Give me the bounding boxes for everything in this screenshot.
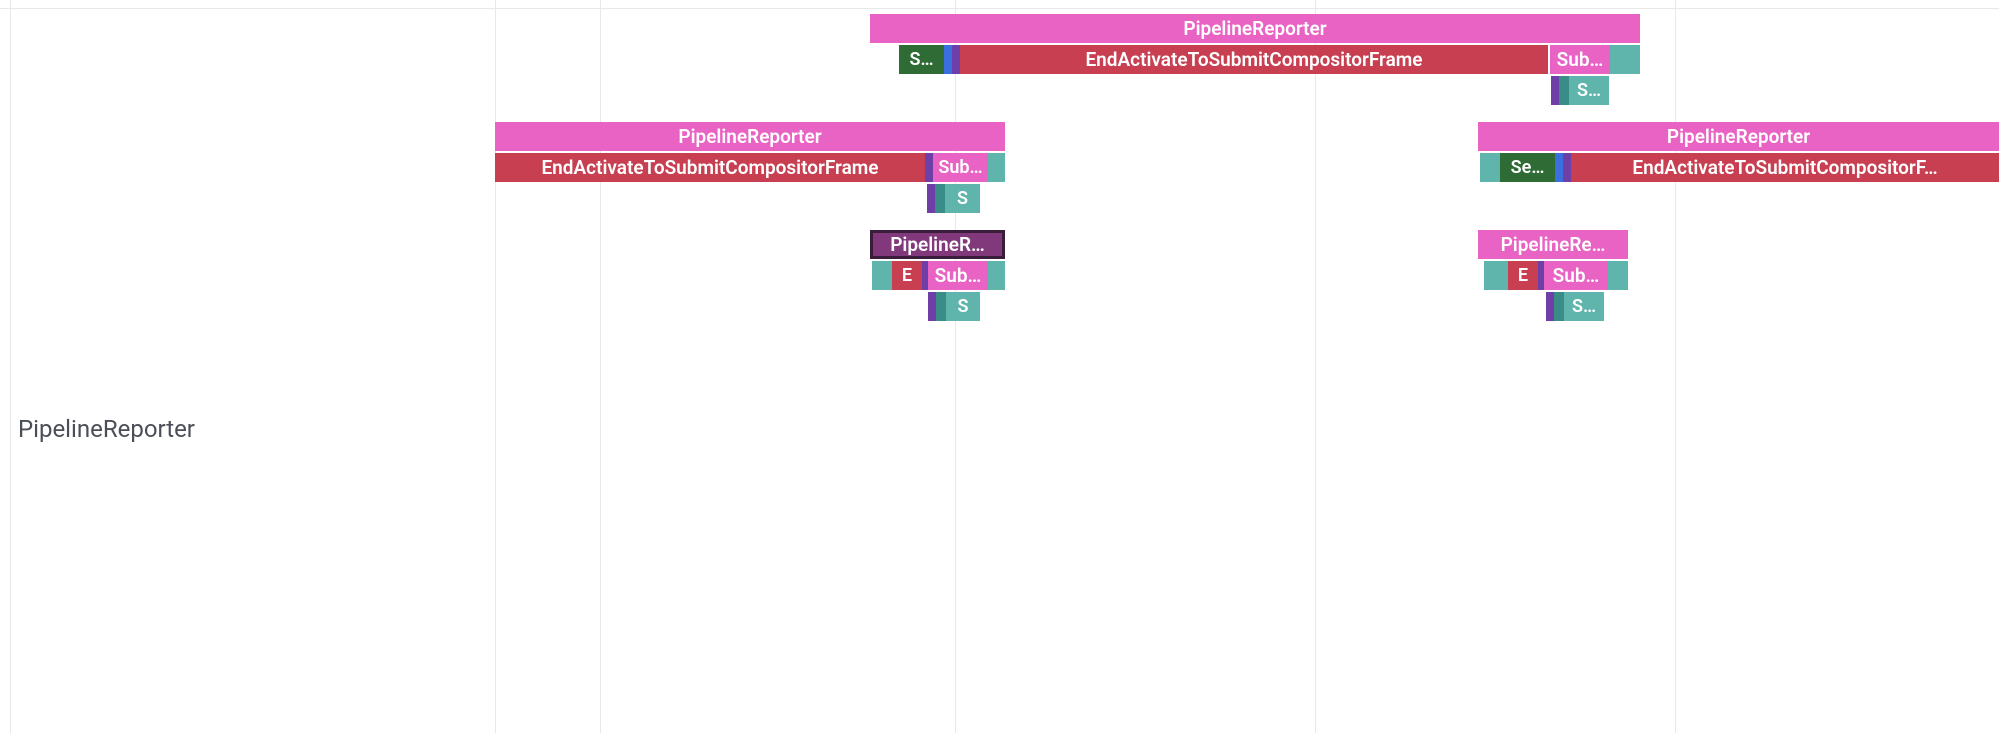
trace-slice[interactable] (1546, 292, 1554, 321)
trace-slice[interactable]: S (945, 184, 980, 213)
trace-slice[interactable]: S… (899, 45, 944, 74)
trace-slice[interactable]: Sub… (1550, 45, 1610, 74)
trace-slice[interactable] (936, 292, 946, 321)
trace-slice[interactable]: S… (1564, 292, 1604, 321)
trace-slice[interactable] (988, 153, 1005, 182)
trace-slice[interactable]: Se… (1500, 153, 1555, 182)
trace-slice[interactable]: PipelineReporter (495, 122, 1005, 151)
trace-slice[interactable] (952, 45, 960, 74)
trace-slice[interactable] (1555, 153, 1563, 182)
trace-slice[interactable] (1551, 76, 1559, 105)
trace-slice[interactable] (935, 184, 945, 213)
trace-slice[interactable] (1610, 45, 1640, 74)
trace-slice[interactable] (944, 45, 952, 74)
trace-slice[interactable] (927, 184, 935, 213)
trace-slice[interactable]: Sub… (928, 261, 988, 290)
trace-slice[interactable]: Sub… (933, 153, 988, 182)
trace-slice[interactable]: PipelineR… (870, 230, 1005, 259)
time-gridline (1315, 0, 1316, 733)
time-gridline (10, 0, 11, 733)
trace-slice[interactable]: PipelineReporter (870, 14, 1640, 43)
trace-slice[interactable]: E (892, 261, 922, 290)
trace-slice[interactable] (1559, 76, 1569, 105)
trace-slice[interactable]: EndActivateToSubmitCompositorFrame (495, 153, 925, 182)
time-gridline (955, 0, 956, 733)
time-gridline (1675, 0, 1676, 733)
track-label: PipelineReporter (18, 415, 195, 443)
trace-slice[interactable] (1480, 153, 1500, 182)
trace-slice[interactable]: E (1508, 261, 1538, 290)
trace-slice[interactable] (1608, 261, 1628, 290)
trace-slice[interactable] (1563, 153, 1571, 182)
trace-slice[interactable] (928, 292, 936, 321)
trace-slice[interactable]: S… (1569, 76, 1609, 105)
trace-slice[interactable] (872, 261, 892, 290)
trace-slice[interactable]: S (946, 292, 980, 321)
trace-slice[interactable] (1484, 261, 1508, 290)
trace-slice[interactable]: PipelineReporter (1478, 122, 1999, 151)
trace-slice[interactable]: EndActivateToSubmitCompositorF… (1571, 153, 1999, 182)
time-gridline (495, 0, 496, 733)
time-gridline (600, 0, 601, 733)
trace-slice[interactable]: EndActivateToSubmitCompositorFrame (960, 45, 1548, 74)
trace-slice[interactable]: PipelineRe… (1478, 230, 1628, 259)
row-divider (0, 8, 1999, 9)
trace-slice[interactable]: Sub… (1544, 261, 1608, 290)
trace-viewport[interactable]: PipelineReporter PipelineReporterS…EndAc… (0, 0, 1999, 733)
trace-slice[interactable] (988, 261, 1005, 290)
trace-slice[interactable] (925, 153, 933, 182)
trace-slice[interactable] (1554, 292, 1564, 321)
